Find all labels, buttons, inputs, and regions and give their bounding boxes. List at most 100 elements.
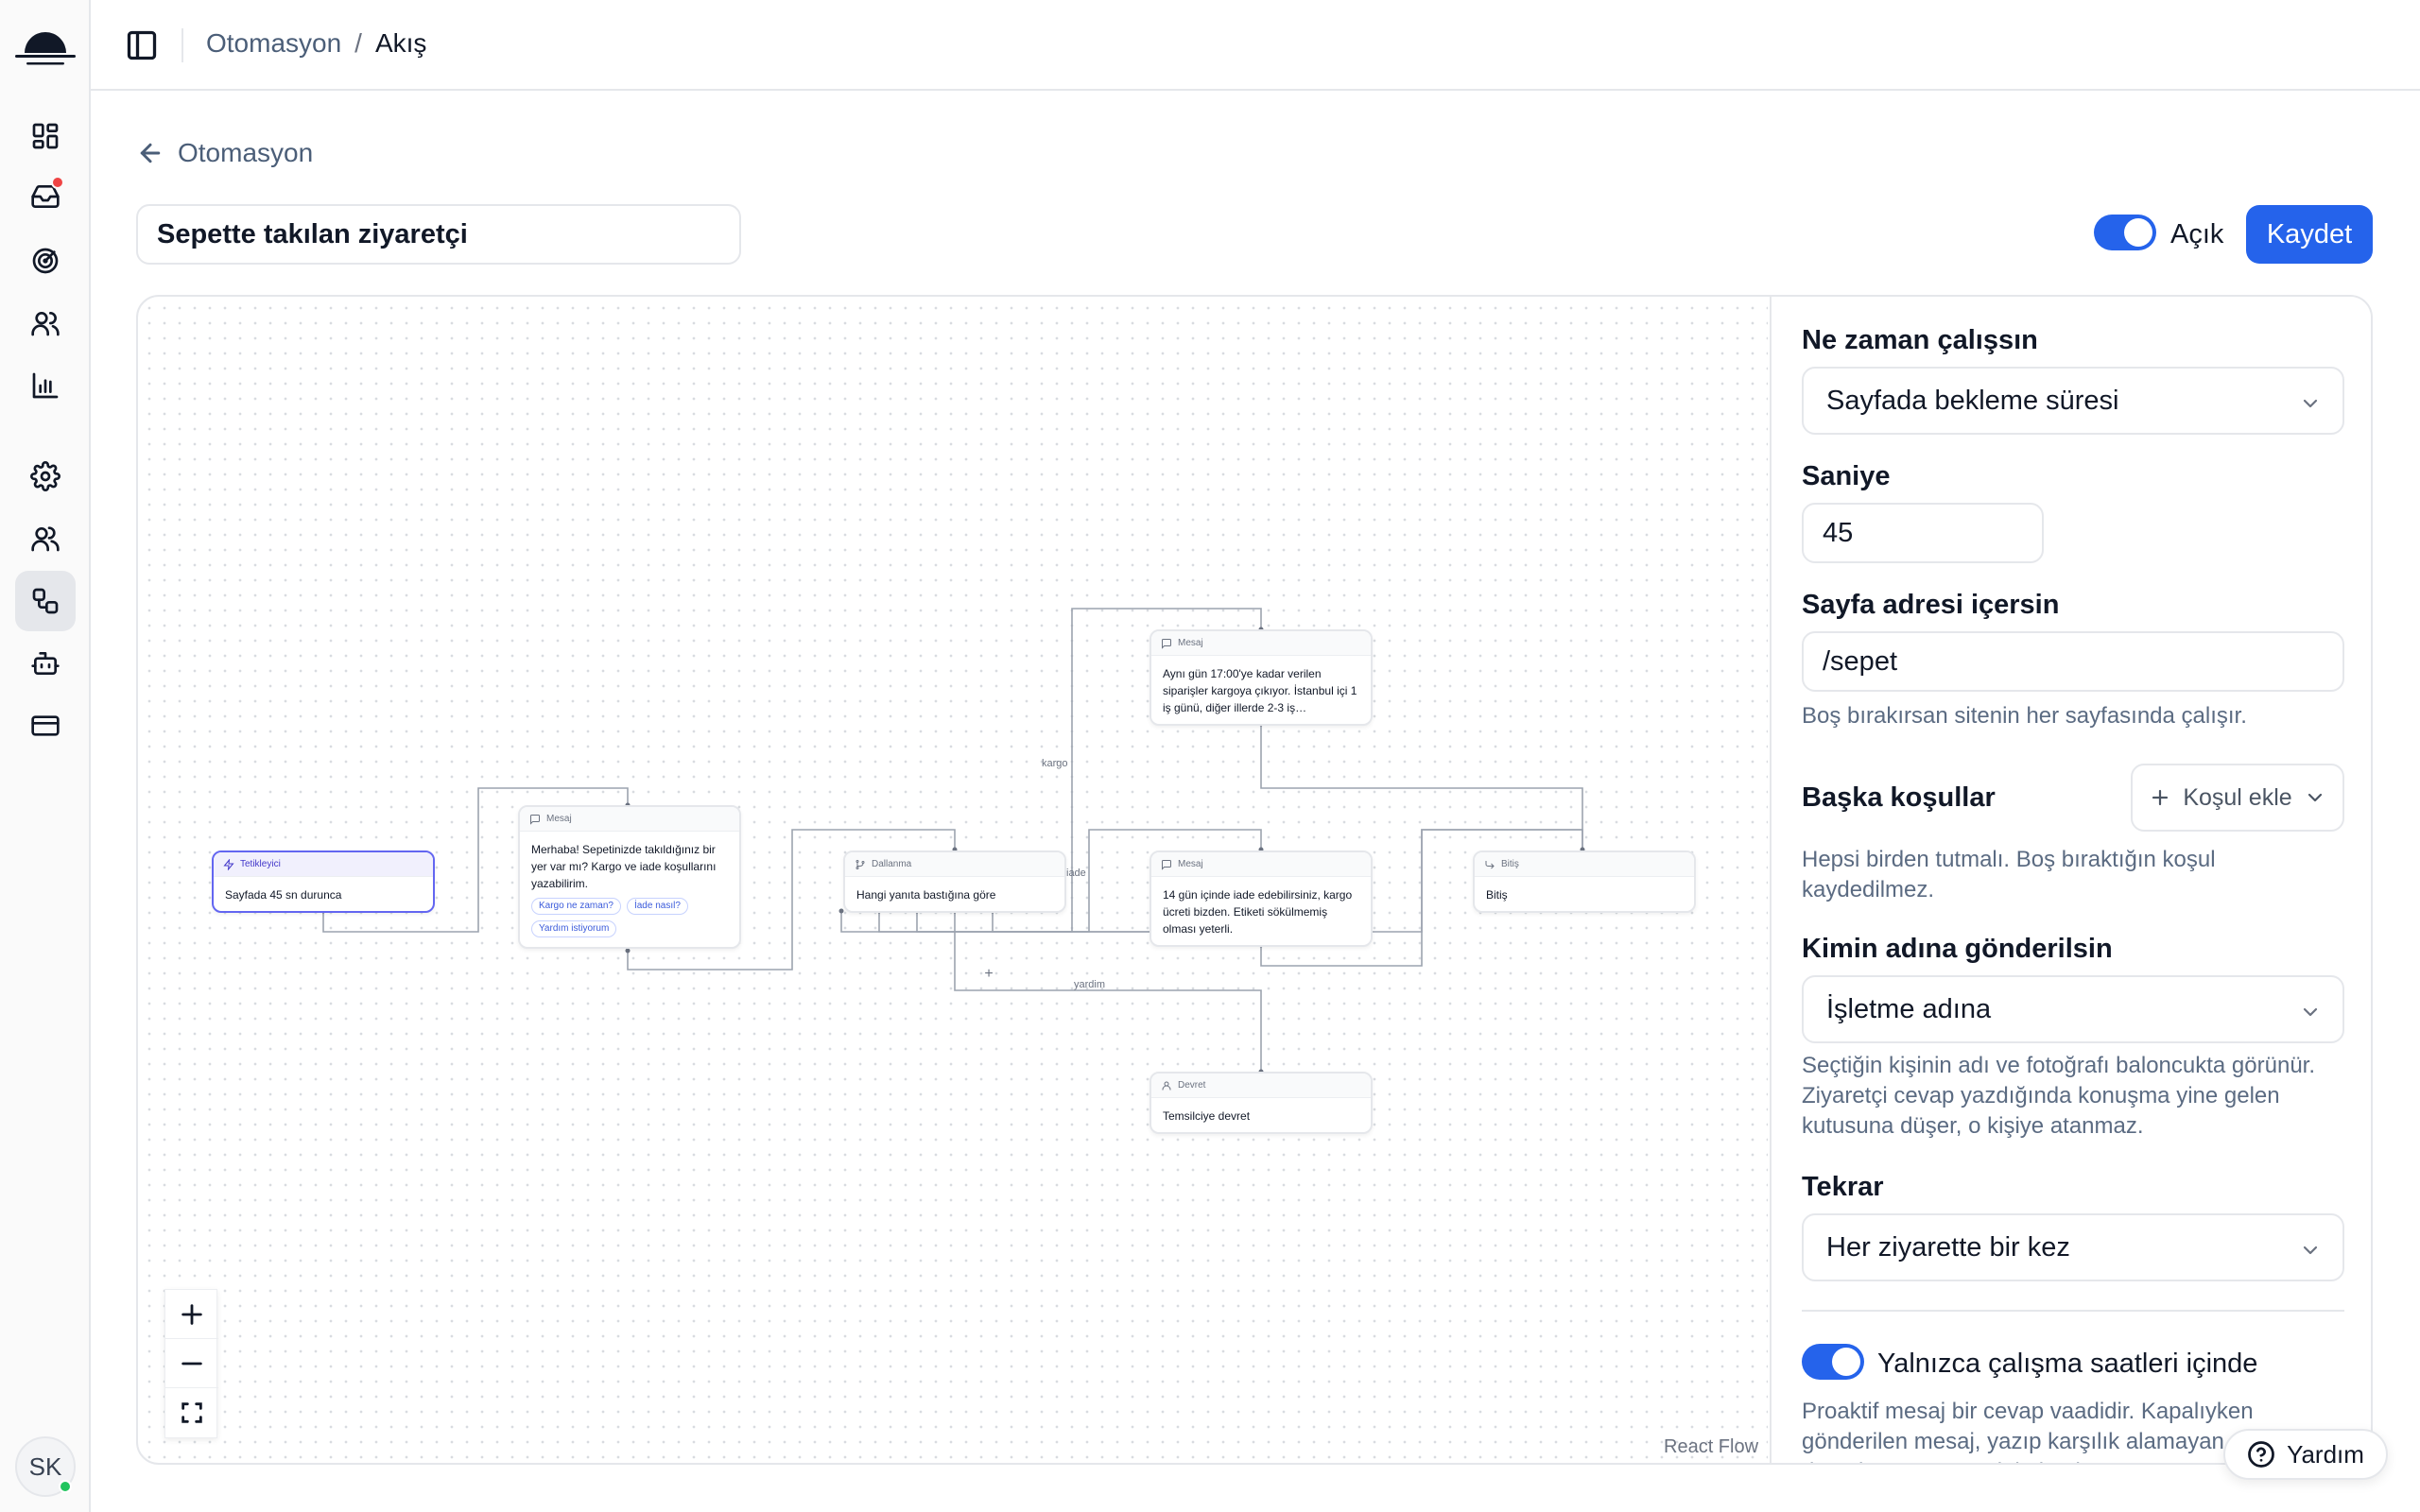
flow-canvas[interactable]: kargo iade yardim + Tetikleyici Sayfada … xyxy=(138,297,1768,1463)
target-icon xyxy=(32,248,59,274)
nav-targets[interactable] xyxy=(15,231,76,291)
add-condition-label: Koşul ekle xyxy=(2183,783,2292,811)
breadcrumb-parent[interactable]: Otomasyon xyxy=(206,28,341,59)
corner-down-right-icon xyxy=(1485,860,1495,868)
url-help: Boş bırakırsan sitenin her sayfasında ça… xyxy=(1802,703,2247,729)
sender-select[interactable]: İşletme adına xyxy=(1802,975,2344,1043)
node-end[interactable]: Bitiş Bitiş xyxy=(1473,850,1696,913)
nav-automation[interactable] xyxy=(15,571,76,631)
add-node-handle[interactable]: + xyxy=(978,964,999,985)
seconds-label: Saniye xyxy=(1802,461,1891,491)
user-icon xyxy=(1162,1081,1171,1090)
help-button-label: Yardım xyxy=(2287,1439,2364,1469)
users-icon xyxy=(31,312,60,336)
node-header: Mesaj xyxy=(1151,852,1371,877)
breadcrumb-current: Akış xyxy=(374,28,427,58)
business-hours-toggle[interactable] xyxy=(1802,1344,1864,1380)
settings-panel: Ne zaman çalışsın Sayfada bekleme süresi… xyxy=(1770,297,2371,1463)
save-button[interactable]: Kaydet xyxy=(2246,205,2373,264)
node-header: Mesaj xyxy=(520,807,739,832)
panel-divider xyxy=(1802,1310,2344,1312)
react-flow-attribution[interactable]: React Flow xyxy=(1664,1436,1758,1458)
back-link-label: Otomasyon xyxy=(178,138,314,167)
when-label: Ne zaman çalışsın xyxy=(1802,325,2038,355)
header-divider xyxy=(182,28,183,62)
back-link[interactable]: Otomasyon xyxy=(136,138,313,168)
message-icon xyxy=(1162,859,1171,870)
chevron-down-icon xyxy=(2299,391,2322,414)
repeat-select[interactable]: Her ziyarette bir kez xyxy=(1802,1213,2344,1281)
business-hours-label: Yalnızca çalışma saatleri içinde xyxy=(1877,1349,2258,1379)
user-initials: SK xyxy=(28,1452,62,1481)
user-avatar[interactable]: SK xyxy=(15,1436,76,1497)
when-select[interactable]: Sayfada bekleme süresi xyxy=(1802,367,2344,435)
git-branch-icon xyxy=(856,859,865,869)
node-text: Temsilciye devret xyxy=(1163,1109,1251,1123)
edge-label-help: yardim xyxy=(1074,979,1106,990)
node-message-cargo[interactable]: Mesaj Aynı gün 17:00'ye kadar verilen si… xyxy=(1150,629,1373,726)
zoom-out-button[interactable] xyxy=(165,1339,218,1388)
node-text: 14 gün içinde iade edebilirsiniz, kargo … xyxy=(1163,888,1353,936)
minus-icon xyxy=(182,1362,202,1365)
top-header: Otomasyon / Akış xyxy=(91,0,2420,91)
node-trigger[interactable]: Tetikleyici Sayfada 45 sn durunca xyxy=(212,850,435,913)
node-text: Hangi yanıta bastığına göre xyxy=(856,888,996,902)
node-type: Dallanma xyxy=(872,859,912,869)
brand-logo[interactable] xyxy=(13,17,78,70)
fit-view-button[interactable] xyxy=(165,1388,218,1437)
add-condition-button[interactable]: Koşul ekle xyxy=(2131,764,2344,832)
nav-inbox[interactable] xyxy=(15,166,76,227)
message-icon xyxy=(1162,638,1171,649)
quick-reply-chip[interactable]: Yardım istiyorum xyxy=(531,920,617,937)
bot-icon xyxy=(31,652,60,675)
breadcrumb: Otomasyon / Akış xyxy=(206,28,426,59)
help-circle-icon xyxy=(2248,1441,2274,1468)
node-type: Mesaj xyxy=(1178,638,1203,648)
plus-icon xyxy=(2152,789,2169,806)
help-button[interactable]: Yardım xyxy=(2223,1429,2388,1480)
conditions-help: Hepsi birden tutmalı. Boş bıraktığın koş… xyxy=(1802,847,2216,902)
nav-billing[interactable] xyxy=(15,696,76,756)
nav-bot[interactable] xyxy=(15,633,76,694)
node-handoff[interactable]: Devret Temsilciye devret xyxy=(1150,1072,1373,1134)
toggle-knob xyxy=(1832,1348,1860,1376)
flow-name-input[interactable] xyxy=(136,204,741,265)
node-header: Tetikleyici xyxy=(214,852,433,877)
node-text: Bitiş xyxy=(1486,888,1508,902)
nav-contacts[interactable] xyxy=(15,293,76,353)
sender-select-value: İşletme adına xyxy=(1826,993,1992,1024)
node-type: Tetikleyici xyxy=(240,859,281,869)
node-message-greeting[interactable]: Mesaj Merhaba! Sepetinizde takıldığınız … xyxy=(518,805,741,949)
bar-chart-icon xyxy=(32,372,59,399)
online-status-dot xyxy=(59,1480,72,1493)
quick-reply-chip[interactable]: İade nasıl? xyxy=(626,898,688,915)
nav-settings[interactable] xyxy=(15,446,76,507)
edge-label-return: iade xyxy=(1066,868,1086,879)
plus-icon xyxy=(182,1303,202,1325)
nav-reports[interactable] xyxy=(15,355,76,416)
flow-enabled-toggle[interactable] xyxy=(2094,215,2156,250)
nav-dashboard[interactable] xyxy=(15,106,76,166)
message-icon xyxy=(530,814,540,825)
nav-team[interactable] xyxy=(15,508,76,569)
url-input[interactable] xyxy=(1802,631,2344,692)
chevron-down-icon xyxy=(2299,1238,2322,1261)
quick-reply-chip[interactable]: Kargo ne zaman? xyxy=(531,898,621,915)
repeat-select-value: Her ziyarette bir kez xyxy=(1826,1231,2070,1263)
node-branch[interactable]: Dallanma Hangi yanıta bastığına göre xyxy=(843,850,1066,913)
node-header: Devret xyxy=(1151,1074,1371,1098)
zoom-in-button[interactable] xyxy=(165,1290,218,1339)
node-message-return[interactable]: Mesaj 14 gün içinde iade edebilirsiniz, … xyxy=(1150,850,1373,947)
seconds-input[interactable] xyxy=(1802,503,2044,563)
node-text: Aynı gün 17:00'ye kadar verilen siparişl… xyxy=(1163,667,1357,714)
node-text: Sayfada 45 sn durunca xyxy=(225,888,342,902)
node-body: Merhaba! Sepetinizde takıldığınız bir ye… xyxy=(520,832,739,947)
notification-dot xyxy=(51,176,64,189)
sidebar-toggle-button[interactable] xyxy=(125,28,159,62)
node-type: Devret xyxy=(1178,1080,1206,1091)
flow-enabled-label: Açık xyxy=(2170,219,2224,249)
node-header: Bitiş xyxy=(1475,852,1694,877)
node-text: Merhaba! Sepetinizde takıldığınız bir ye… xyxy=(531,843,717,890)
breadcrumb-separator: / xyxy=(354,28,362,58)
node-type: Bitiş xyxy=(1501,859,1519,869)
